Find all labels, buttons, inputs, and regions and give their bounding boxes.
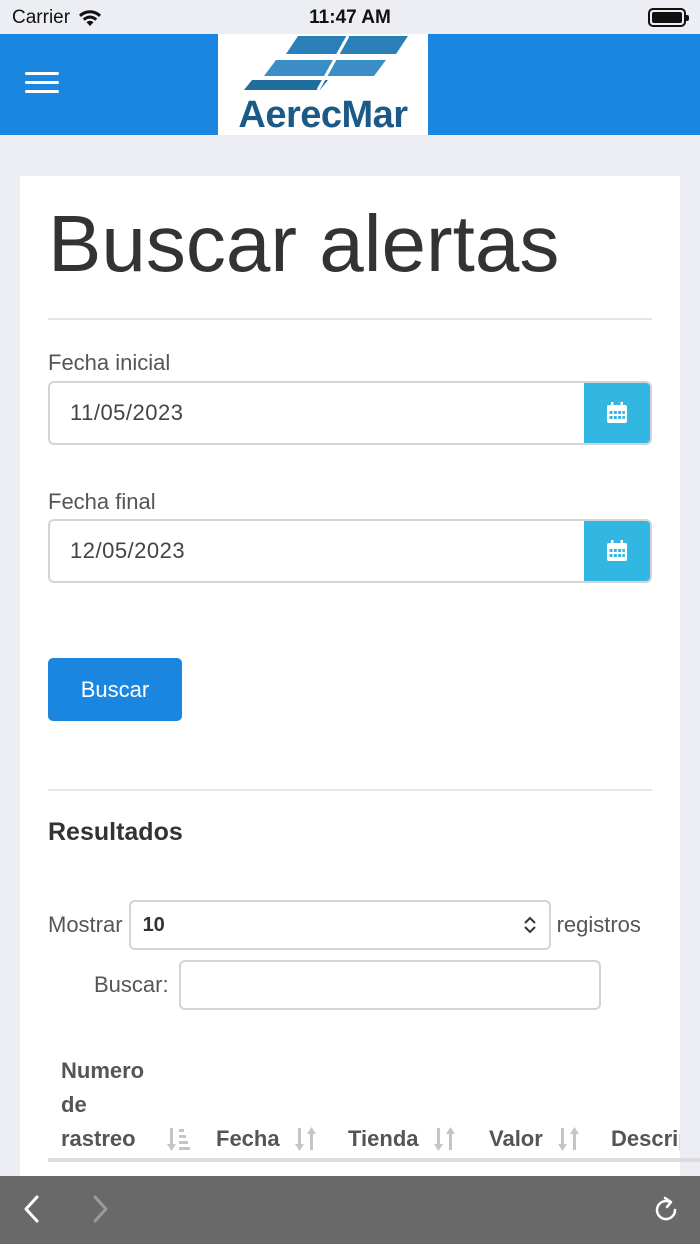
chevron-right-icon[interactable] (88, 1194, 112, 1229)
end-date-label: Fecha final (48, 489, 156, 514)
column-label: Numero de rastreo (61, 1058, 145, 1151)
column-header-date[interactable]: Fecha (216, 1044, 318, 1160)
show-prefix-label: Mostrar (48, 912, 123, 937)
search-button[interactable]: Buscar (48, 658, 182, 721)
filter-input[interactable] (178, 960, 601, 1010)
page-length-select[interactable]: 10 (128, 900, 551, 950)
battery-icon (648, 8, 689, 27)
clock: 11:47 AM (309, 7, 391, 28)
column-header-tracking-number[interactable]: Numero de rastreo (61, 1044, 191, 1160)
search-alerts-card: Buscar alertas Fecha inicial 11/05/2023 … (20, 176, 700, 1176)
column-label: Descripción (611, 1126, 680, 1151)
brand-logo[interactable]: AerecMar (218, 34, 428, 135)
table-header-border (48, 1158, 700, 1162)
column-header-store[interactable]: Tienda (348, 1044, 457, 1160)
start-date-field[interactable]: 11/05/2023 (48, 381, 652, 445)
sort-both-icon (433, 1126, 457, 1156)
sort-both-icon (294, 1126, 318, 1156)
end-date-calendar-button[interactable] (584, 521, 650, 581)
browser-toolbar (0, 1176, 700, 1244)
logo-graphic (244, 35, 408, 91)
filter-label: Buscar: (94, 972, 169, 997)
column-label: Valor (489, 1126, 543, 1151)
table-filter: Buscar: (94, 960, 601, 1010)
page-title: Buscar alertas (48, 199, 560, 288)
sort-both-icon (557, 1126, 581, 1156)
chevron-left-icon[interactable] (20, 1194, 44, 1229)
results-heading: Resultados (48, 818, 183, 846)
page-length-value: 10 (142, 913, 165, 936)
logo-text: AerecMar (238, 94, 408, 135)
end-date-field[interactable]: 12/05/2023 (48, 519, 652, 583)
reload-icon[interactable] (650, 1194, 682, 1231)
column-header-description[interactable]: Descripción (611, 1044, 680, 1160)
end-date-value[interactable]: 12/05/2023 (50, 521, 584, 581)
page-length-control: Mostrar 10 registros (48, 900, 688, 950)
calendar-icon (607, 540, 627, 561)
results-divider (48, 789, 652, 791)
show-suffix-label: registros (556, 912, 641, 937)
column-label: Tienda (348, 1126, 419, 1151)
column-header-value[interactable]: Valor (489, 1044, 581, 1160)
start-date-label: Fecha inicial (48, 350, 171, 375)
start-date-value[interactable]: 11/05/2023 (50, 383, 584, 443)
status-bar: Carrier 11:47 AM (0, 0, 700, 34)
hamburger-menu-icon[interactable] (25, 72, 59, 96)
start-date-calendar-button[interactable] (584, 383, 650, 443)
calendar-icon (607, 402, 627, 423)
select-chevron-icon (523, 916, 536, 934)
top-navbar: AerecMar (0, 34, 700, 135)
sort-asc-icon (167, 1126, 191, 1156)
title-divider (48, 318, 652, 320)
column-label: Fecha (216, 1126, 280, 1151)
